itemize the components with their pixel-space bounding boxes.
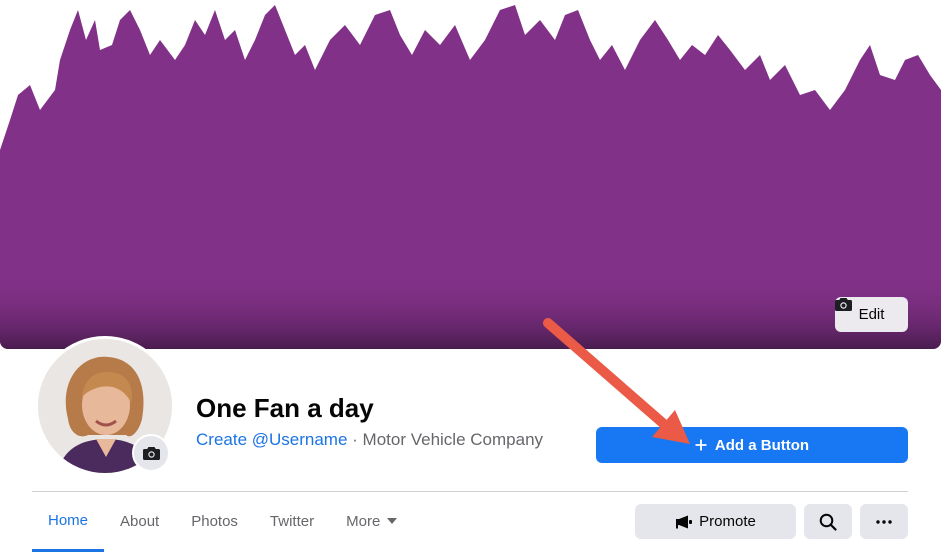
create-username-link[interactable]: Create @Username: [196, 430, 347, 449]
edit-label: Edit: [858, 306, 885, 323]
tab-label: Twitter: [269, 512, 315, 530]
tab-label: About: [120, 512, 160, 530]
tab-home[interactable]: Home: [32, 492, 105, 552]
update-profile-picture-button[interactable]: [132, 434, 170, 472]
tab-more[interactable]: More: [330, 492, 414, 550]
more-options-button[interactable]: [860, 504, 908, 539]
promote-label: Promote: [699, 513, 756, 530]
ellipsis-icon: [876, 519, 892, 524]
add-button-label: Add a Button: [714, 436, 810, 454]
add-a-button[interactable]: Add a Button: [596, 427, 908, 463]
tab-photos[interactable]: Photos: [175, 492, 254, 550]
tab-about[interactable]: About: [104, 492, 175, 550]
plus-icon: [695, 439, 707, 451]
edit-cover-button[interactable]: Edit: [835, 297, 908, 332]
search-icon: [819, 513, 837, 531]
tab-label: Home: [48, 512, 89, 529]
page-subline: Create @Username · Motor Vehicle Company: [196, 430, 543, 450]
caret-down-icon: [387, 518, 398, 524]
tab-label: More: [346, 512, 381, 530]
search-button[interactable]: [804, 504, 852, 539]
camera-icon: [835, 298, 852, 311]
tab-twitter[interactable]: Twitter: [254, 492, 330, 550]
cover-photo: Edit: [0, 0, 941, 349]
page-tabs: Home About Photos Twitter More: [32, 492, 414, 552]
separator: ·: [347, 430, 363, 449]
page-title: One Fan a day: [196, 393, 374, 423]
megaphone-icon: [676, 515, 693, 528]
page-category: Motor Vehicle Company: [362, 430, 544, 449]
camera-icon: [142, 446, 160, 460]
crowd-silhouette: [0, 0, 941, 349]
tab-label: Photos: [191, 512, 238, 530]
promote-button[interactable]: Promote: [635, 504, 796, 539]
